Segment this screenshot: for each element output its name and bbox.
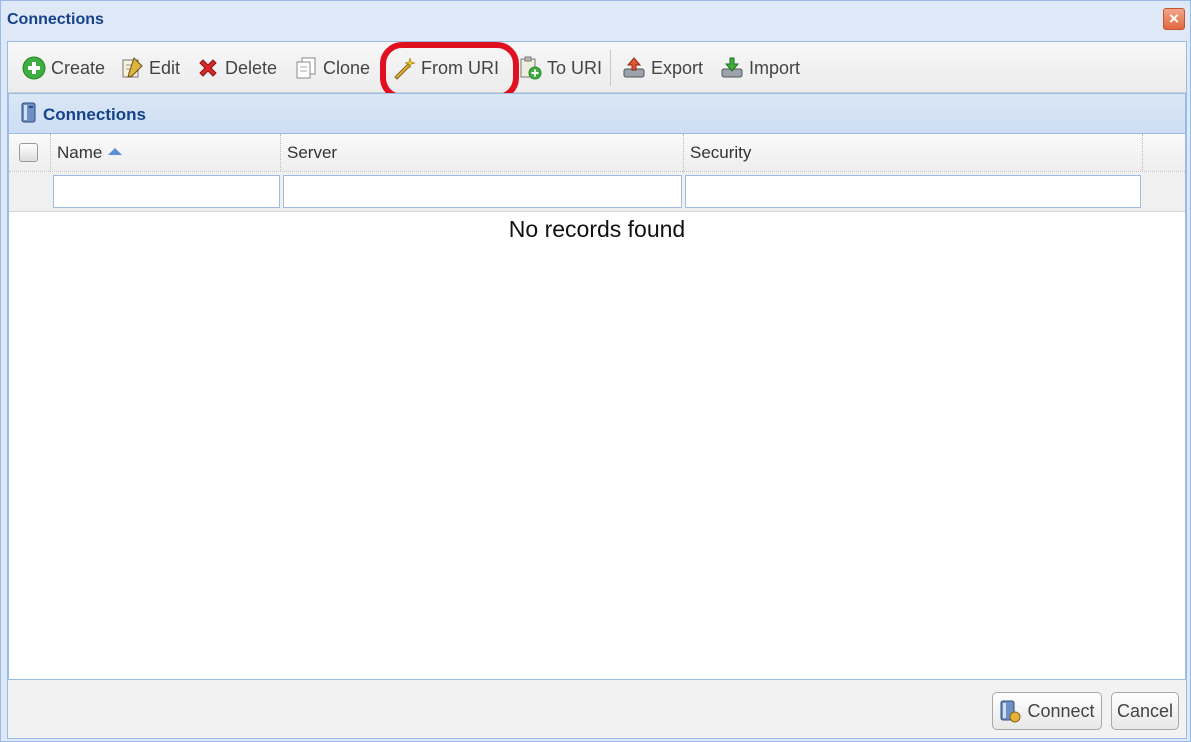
import-icon (721, 57, 743, 78)
close-button[interactable]: × (1163, 8, 1185, 30)
column-security[interactable]: Security (684, 134, 1143, 172)
delete-x-icon (199, 59, 217, 77)
cancel-label: Cancel (1116, 700, 1174, 721)
sort-ascending-icon (108, 148, 123, 155)
cancel-button[interactable]: Cancel (1111, 692, 1179, 730)
from-uri-button[interactable]: From URI (392, 53, 499, 83)
panel-header: Connections (9, 94, 1185, 134)
edit-button[interactable]: Edit (120, 53, 180, 83)
connect-button[interactable]: Connect (992, 692, 1102, 730)
column-server[interactable]: Server (281, 134, 684, 172)
name-filter-input[interactable] (53, 175, 280, 208)
edit-label: Edit (149, 57, 181, 78)
connect-label: Connect (1027, 700, 1095, 721)
column-name-label: Name (57, 143, 103, 162)
column-security-label: Security (690, 143, 752, 162)
to-uri-label: To URI (547, 57, 603, 78)
no-records-message: No records found (508, 216, 686, 242)
server-filter-input[interactable] (283, 175, 682, 208)
grid-header: Name Server Security (9, 134, 1185, 172)
import-label: Import (749, 57, 801, 78)
edit-pencil-icon (122, 57, 143, 78)
connections-panel: Connections Name Server Security No reco… (8, 93, 1186, 680)
dialog-titlebar[interactable]: Connections × (1, 1, 1190, 39)
delete-label: Delete (225, 57, 278, 78)
to-uri-clipboard-icon (520, 56, 542, 80)
panel-title: Connections (43, 105, 146, 124)
import-button[interactable]: Import (720, 53, 800, 83)
clone-document-icon (296, 57, 316, 79)
server-icon (21, 102, 36, 123)
clone-label: Clone (323, 57, 371, 78)
connections-dialog: Connections × Create Edit Delete Clone F… (0, 0, 1191, 742)
export-icon (623, 57, 645, 78)
toolbar-separator (610, 50, 611, 86)
connect-server-icon (1000, 700, 1021, 723)
export-label: Export (651, 57, 704, 78)
dialog-footer: Connect Cancel (8, 680, 1186, 738)
select-all-checkbox[interactable] (19, 143, 38, 162)
security-filter-input[interactable] (685, 175, 1141, 208)
delete-button[interactable]: Delete (196, 53, 277, 83)
from-uri-wand-icon (394, 57, 416, 80)
create-label: Create (51, 57, 106, 78)
filter-row (9, 172, 1185, 212)
from-uri-label: From URI (421, 57, 499, 78)
dialog-content: Create Edit Delete Clone From URI To URI… (7, 41, 1187, 739)
select-all-column (9, 134, 51, 172)
toolbar: Create Edit Delete Clone From URI To URI… (8, 42, 1186, 100)
dialog-title: Connections (7, 11, 104, 28)
add-circle-icon (22, 56, 46, 80)
close-icon: × (1169, 9, 1179, 28)
to-uri-button[interactable]: To URI (518, 53, 602, 83)
column-server-label: Server (287, 143, 338, 162)
export-button[interactable]: Export (622, 53, 703, 83)
clone-button[interactable]: Clone (294, 53, 370, 83)
create-button[interactable]: Create (22, 53, 105, 83)
column-name[interactable]: Name (51, 134, 281, 172)
